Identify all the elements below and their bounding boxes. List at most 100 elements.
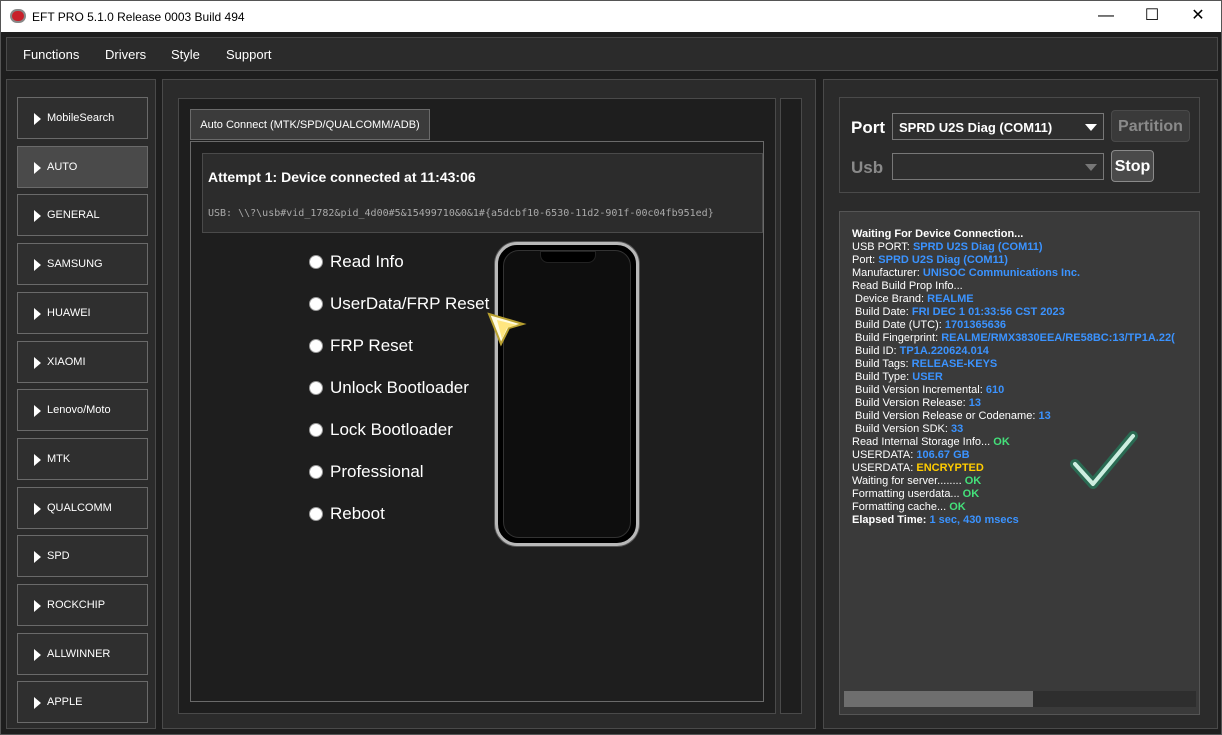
sidebar-item-label: Lenovo/Moto xyxy=(47,404,111,417)
log-line: Waiting For Device Connection... xyxy=(852,228,1023,240)
log-value: ENCRYPTED xyxy=(916,462,984,474)
partition-button[interactable]: Partition xyxy=(1111,110,1190,142)
radio-button[interactable] xyxy=(309,297,323,311)
log-line: Build Version SDK: 33 xyxy=(855,423,963,435)
log-label: Manufacturer: xyxy=(852,267,923,279)
log-label: Build Version SDK: xyxy=(855,423,951,435)
minimize-button[interactable]: — xyxy=(1083,1,1129,32)
connection-status-text: Attempt 1: Device connected at 11:43:06 xyxy=(208,169,476,185)
checkmark-icon xyxy=(1070,431,1138,489)
caret-right-icon xyxy=(34,113,41,125)
log-label: Port: xyxy=(852,254,879,266)
menu-support[interactable]: Support xyxy=(226,47,272,62)
log-label: Device Brand: xyxy=(855,293,928,305)
log-label: Build Version Incremental: xyxy=(855,384,986,396)
log-label: Build Date: xyxy=(855,306,912,318)
sidebar-item-mobilesearch[interactable]: MobileSearch xyxy=(17,97,148,139)
menu-functions[interactable]: Functions xyxy=(23,47,79,62)
log-line: Build Fingerprint: REALME/RMX3830EEA/RE5… xyxy=(855,332,1175,344)
log-line: Elapsed Time: 1 sec, 430 msecs xyxy=(852,514,1019,526)
phone-screen xyxy=(503,250,631,538)
caret-right-icon xyxy=(34,551,41,564)
log-value: 13 xyxy=(968,397,981,409)
scrollbar-thumb[interactable] xyxy=(844,691,1033,707)
brand-sidebar: MobileSearch AUTO GENERAL SAMSUNG HUAWEI XIAO… xyxy=(6,79,156,729)
sidebar-item-lenovo-moto[interactable]: Lenovo/Moto xyxy=(17,389,148,432)
radio-button[interactable] xyxy=(309,465,323,479)
usb-select[interactable] xyxy=(892,153,1104,180)
sidebar-item-label: SAMSUNG xyxy=(47,258,103,271)
log-line: Port: SPRD U2S Diag (COM11) xyxy=(852,254,1008,266)
stop-button[interactable]: Stop xyxy=(1111,150,1154,182)
port-label: Port xyxy=(851,118,885,137)
tab-auto-connect[interactable]: Auto Connect (MTK/SPD/QUALCOMM/ADB) xyxy=(190,109,430,140)
caret-right-icon xyxy=(34,697,41,710)
option-label: Read Info xyxy=(330,252,404,271)
sidebar-item-rockchip[interactable]: ROCKCHIP xyxy=(17,584,148,626)
close-button[interactable]: ✕ xyxy=(1175,1,1221,32)
sidebar-item-huawei[interactable]: HUAWEI xyxy=(17,291,148,334)
chevron-down-icon xyxy=(1085,164,1097,171)
radio-button[interactable] xyxy=(309,381,323,395)
tab-content: Attempt 1: Device connected at 11:43:06 … xyxy=(190,141,764,702)
sidebar-item-label: QUALCOMM xyxy=(47,501,112,514)
log-value: 610 xyxy=(985,384,1005,396)
sidebar-item-label: MTK xyxy=(47,452,71,465)
log-horizontal-scrollbar[interactable] xyxy=(844,691,1196,707)
caret-right-icon xyxy=(34,600,41,612)
log-line: Read Internal Storage Info... OK xyxy=(852,436,1010,448)
log-value: OK xyxy=(993,436,1010,448)
log-label: Build Tags: xyxy=(855,358,912,370)
sidebar-item-general[interactable]: GENERAL xyxy=(17,194,148,237)
sidebar-item-samsung[interactable]: SAMSUNG xyxy=(17,243,148,286)
log-line: Build Date: FRI DEC 1 01:33:56 CST 2023 xyxy=(855,306,1065,318)
maximize-button[interactable]: ☐ xyxy=(1129,1,1175,32)
log-value: TP1A.220624.014 xyxy=(899,345,989,357)
port-select-value: SPRD U2S Diag (COM11) xyxy=(899,120,1053,135)
caret-right-icon xyxy=(34,648,41,661)
radio-button[interactable] xyxy=(309,339,323,353)
sidebar-item-allwinner[interactable]: ALLWINNER xyxy=(17,632,148,675)
log-value: SPRD U2S Diag (COM11) xyxy=(912,241,1043,253)
app-logo-icon xyxy=(10,9,26,23)
log-value: REALME/RMX3830EEA/RE58BC:13/TP1A.22( xyxy=(941,332,1175,344)
mouse-pointer-icon xyxy=(487,312,527,347)
sidebar-item-spd[interactable]: SPD xyxy=(17,535,148,578)
log-value: USER xyxy=(912,371,943,383)
port-settings-box: Port SPRD U2S Diag (COM11) Partition Usb… xyxy=(839,97,1200,193)
log-value: 1 sec, 430 msecs xyxy=(929,514,1019,526)
menu-style[interactable]: Style xyxy=(171,47,200,62)
sidebar-item-apple[interactable]: APPLE xyxy=(17,681,148,724)
option-label: Unlock Bootloader xyxy=(330,378,469,397)
port-select[interactable]: SPRD U2S Diag (COM11) xyxy=(892,113,1104,140)
log-label: Read Internal Storage Info... xyxy=(852,436,994,448)
log-line: Build Version Incremental: 610 xyxy=(855,384,1004,396)
menu-drivers[interactable]: Drivers xyxy=(105,47,146,62)
caret-right-icon xyxy=(34,210,41,223)
log-label: USERDATA: xyxy=(852,462,917,474)
log-label: Build Date (UTC): xyxy=(855,319,945,331)
radio-button[interactable] xyxy=(309,423,323,437)
log-line: USB PORT: SPRD U2S Diag (COM11) xyxy=(852,241,1043,253)
app-window: EFT PRO 5.1.0 Release 0003 Build 494 — ☐… xyxy=(0,0,1222,735)
log-label: USERDATA: xyxy=(852,449,917,461)
caret-right-icon xyxy=(34,502,41,515)
sidebar-item-label: XIAOMI xyxy=(47,355,86,368)
sidebar-item-label: ROCKCHIP xyxy=(47,599,106,611)
vertical-scroll-area[interactable] xyxy=(780,98,802,714)
log-label: Formatting cache... xyxy=(852,501,950,513)
sidebar-item-qualcomm[interactable]: QUALCOMM xyxy=(17,486,148,529)
log-line: Device Brand: REALME xyxy=(855,293,974,305)
log-value: RELEASE-KEYS xyxy=(911,358,998,370)
radio-button[interactable] xyxy=(309,255,323,269)
sidebar-item-mtk[interactable]: MTK xyxy=(17,437,148,480)
log-label: Build ID: xyxy=(855,345,900,357)
log-line: Build ID: TP1A.220624.014 xyxy=(855,345,989,357)
log-value: FRI DEC 1 01:33:56 CST 2023 xyxy=(911,306,1065,318)
option-label: Reboot xyxy=(330,504,385,523)
sidebar-item-xiaomi[interactable]: XIAOMI xyxy=(17,340,148,383)
caret-right-icon xyxy=(34,259,41,272)
radio-button[interactable] xyxy=(309,507,323,521)
sidebar-item-auto[interactable]: AUTO xyxy=(17,145,148,188)
log-label: Build Type: xyxy=(855,371,913,383)
